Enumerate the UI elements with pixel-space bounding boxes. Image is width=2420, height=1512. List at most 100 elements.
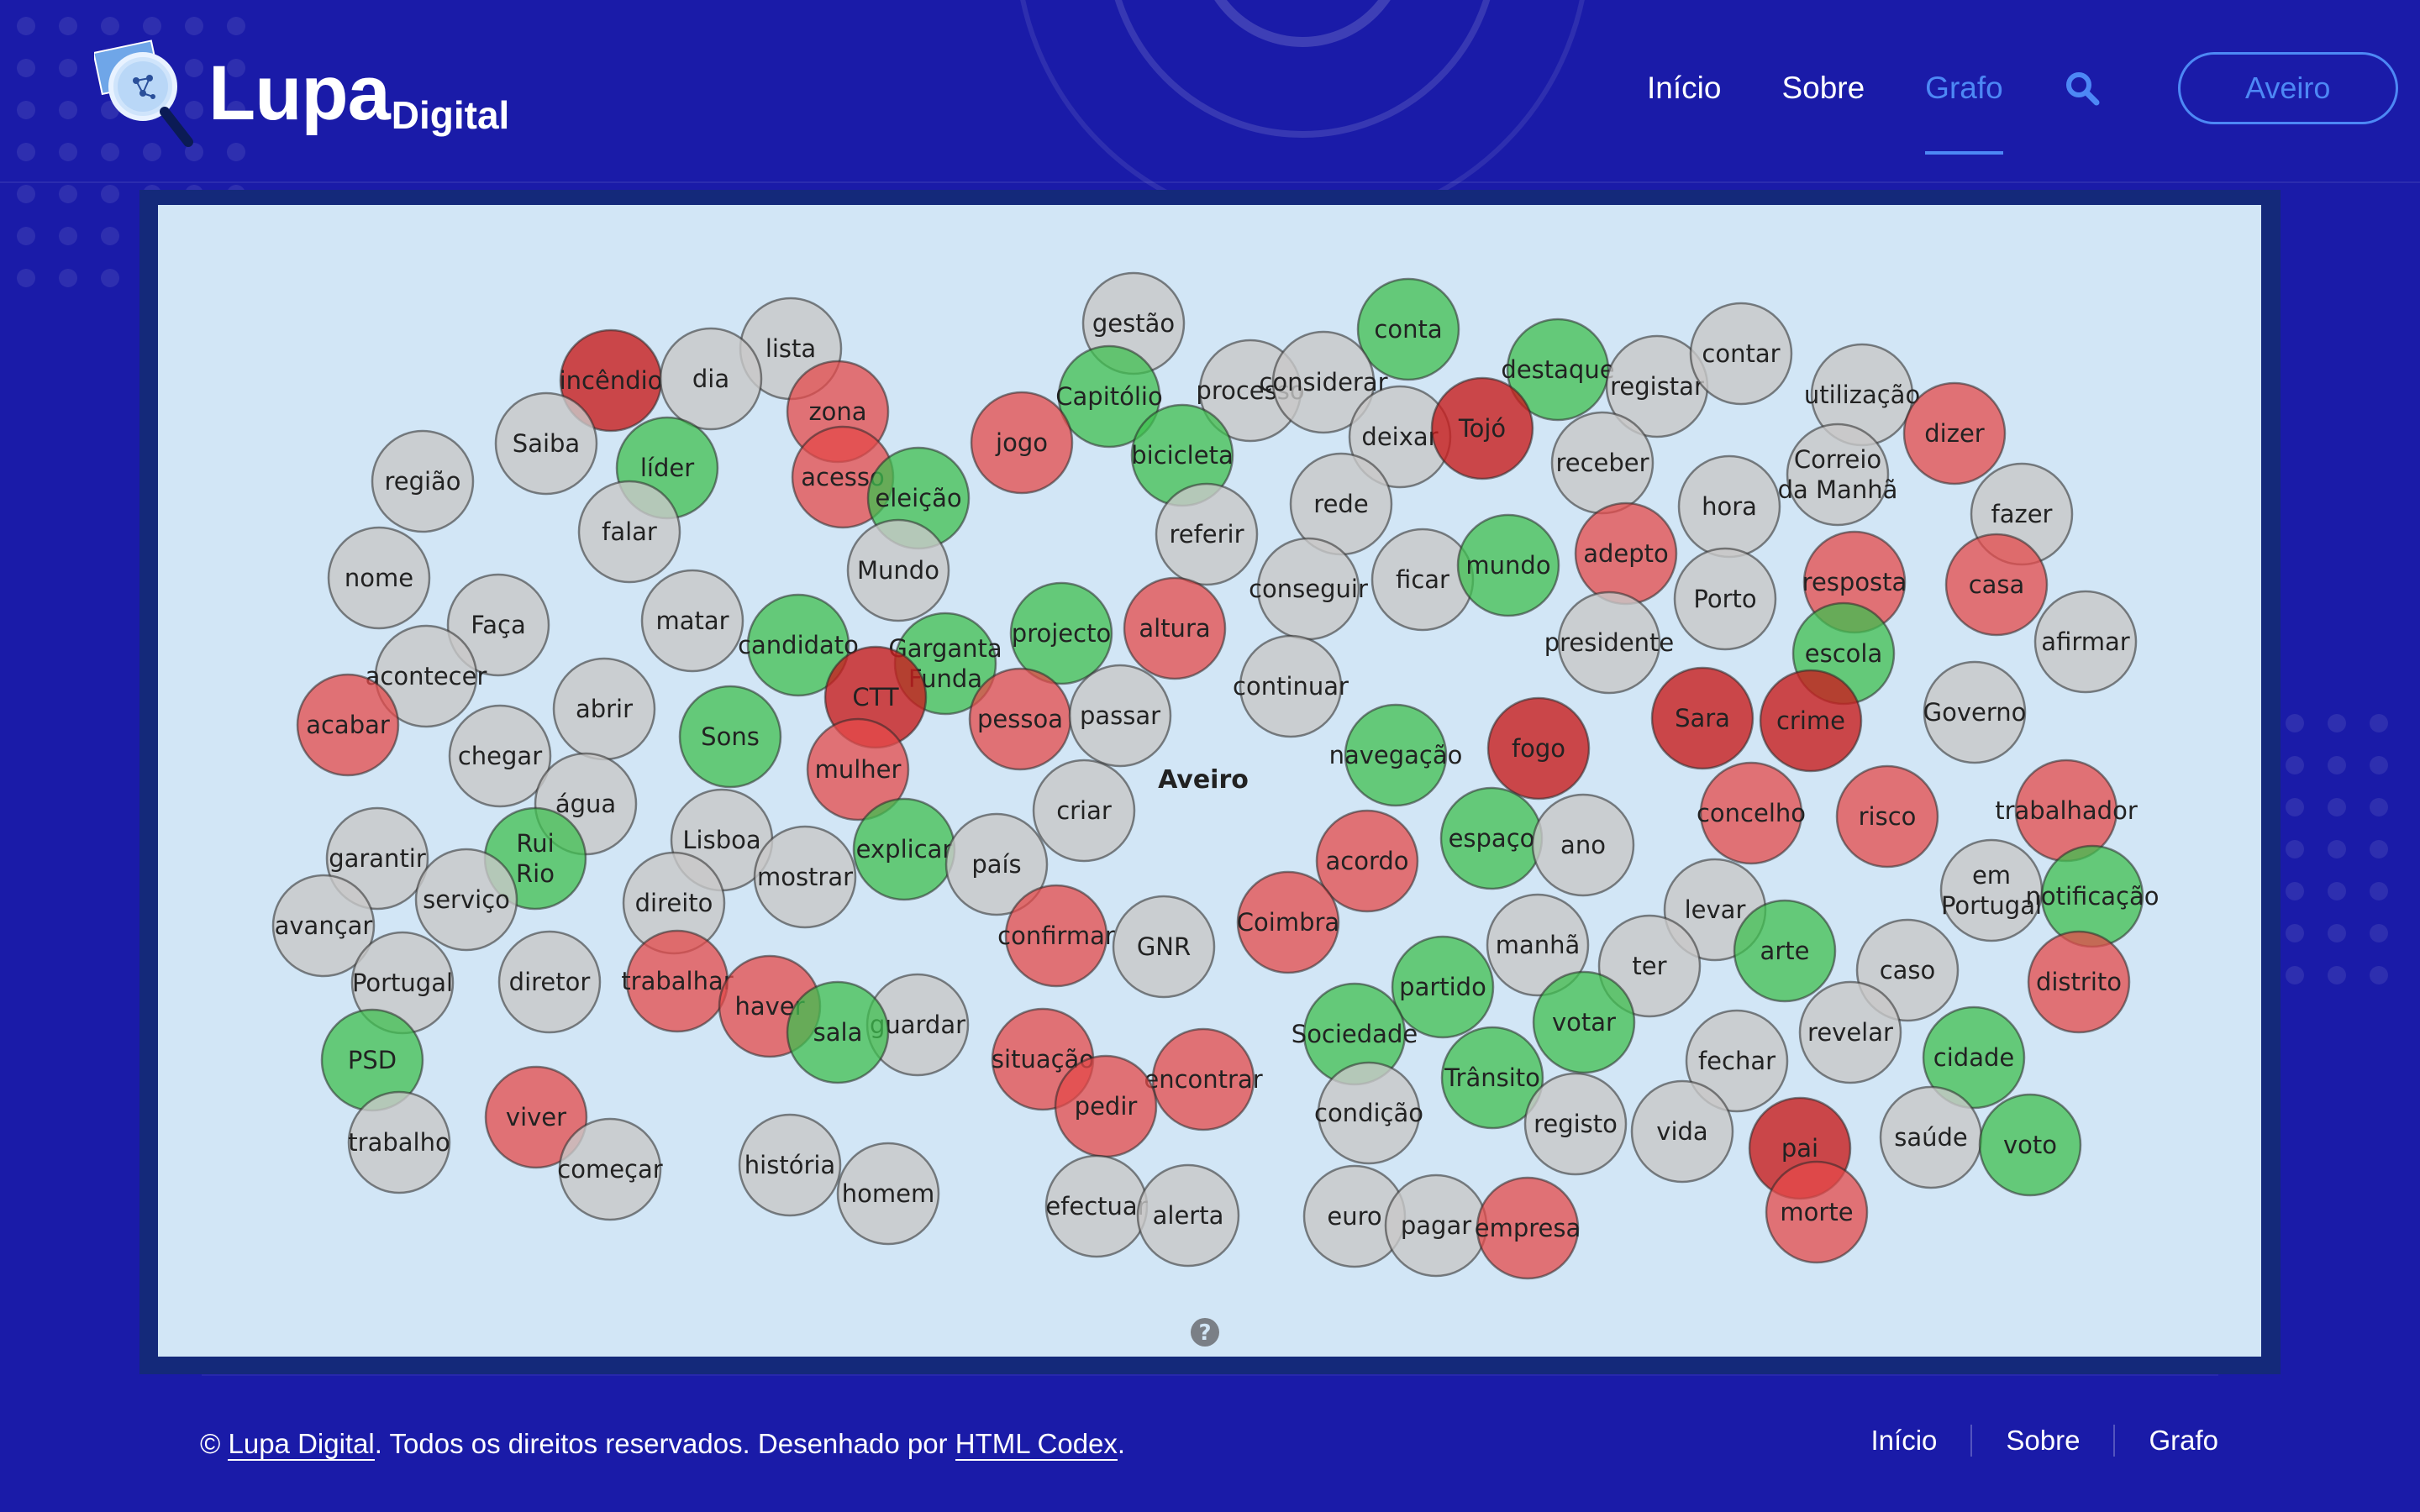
graph-node[interactable]: mundo (1456, 513, 1560, 617)
nav-inicio[interactable]: Início (1647, 71, 1721, 106)
graph-node[interactable]: Sons (678, 685, 782, 789)
graph-node[interactable]: começar (557, 1117, 663, 1221)
graph-node[interactable]: matar (640, 569, 744, 673)
graph-node[interactable]: acabar (296, 673, 400, 777)
graph-node-label: Coimbra (1237, 908, 1339, 937)
graph-node[interactable]: afirmar (2033, 590, 2138, 694)
graph-node[interactable]: história (738, 1113, 842, 1217)
word-graph[interactable]: Aveiro gestão conta lista Capitólio processo… (158, 205, 2261, 1357)
graph-node[interactable]: Governo (1923, 660, 2027, 764)
graph-node[interactable]: Porto (1673, 547, 1777, 651)
graph-node[interactable]: efectuar (1044, 1154, 1149, 1258)
graph-node-label: dizer (1924, 419, 1985, 448)
graph-node[interactable]: dia (659, 327, 763, 431)
graph-node[interactable]: mostrar (753, 825, 857, 929)
graph-node[interactable]: Sara (1650, 666, 1754, 770)
graph-node[interactable]: explicar (852, 797, 956, 901)
graph-node[interactable]: Mundo (846, 518, 950, 622)
graph-node[interactable]: registo (1523, 1072, 1628, 1176)
graph-node[interactable]: passar (1068, 664, 1172, 768)
graph-node-label: Saiba (513, 429, 580, 458)
graph-node[interactable]: sala (786, 980, 890, 1084)
graph-node[interactable]: diretor (497, 930, 602, 1034)
city-button[interactable]: Aveiro (2177, 52, 2398, 124)
graph-node[interactable]: espaço (1439, 786, 1544, 890)
graph-node-label: vida (1656, 1117, 1707, 1146)
graph-node[interactable]: concelho (1697, 761, 1806, 865)
graph-node[interactable]: fogo (1486, 696, 1591, 801)
graph-node-label: utilização (1804, 381, 1920, 409)
graph-node[interactable]: risco (1835, 764, 1939, 869)
graph-node[interactable]: morte (1765, 1160, 1869, 1264)
graph-node[interactable]: nome (327, 526, 431, 630)
graph-node[interactable]: GNR (1112, 895, 1216, 999)
graph-node-label: rede (1313, 490, 1368, 518)
graph-node-label: partido (1399, 973, 1486, 1001)
graph-node[interactable]: contar (1689, 302, 1793, 406)
graph-node-label: deixar (1361, 423, 1438, 451)
graph-node[interactable]: trabalhar (621, 929, 734, 1033)
word-graph-canvas[interactable]: Aveiro gestão contalistaCapitólio processo… (158, 205, 2261, 1357)
graph-node[interactable]: ano (1531, 793, 1635, 897)
nav-grafo[interactable]: Grafo (1925, 71, 2003, 155)
graph-node[interactable]: alerta (1136, 1163, 1240, 1268)
graph-node[interactable]: abrir (552, 657, 656, 761)
graph-node-label: empresa (1475, 1214, 1581, 1242)
footer-brand-link[interactable]: Lupa Digital (228, 1428, 375, 1461)
graph-node[interactable]: continuar (1233, 634, 1349, 738)
search-icon[interactable] (2064, 70, 2101, 107)
graph-node[interactable]: distrito (2027, 930, 2131, 1034)
graph-node[interactable]: crime (1759, 669, 1863, 773)
graph-node-label: registar (1610, 372, 1704, 401)
graph-node[interactable]: voto (1978, 1093, 2082, 1197)
graph-node[interactable]: casa (1944, 533, 2049, 637)
graph-node[interactable]: Tojó (1430, 376, 1534, 480)
graph-node[interactable]: adepto (1574, 501, 1678, 606)
graph-node[interactable]: pagar (1384, 1173, 1488, 1278)
question-circle-icon[interactable]: ? (1191, 1318, 1219, 1347)
graph-node[interactable]: jogo (970, 391, 1074, 495)
footer-link-inicio[interactable]: Início (1871, 1425, 1971, 1457)
graph-node[interactable]: votar (1532, 970, 1636, 1074)
graph-node[interactable]: pessoa (968, 667, 1072, 771)
graph-node[interactable]: receber (1550, 411, 1655, 515)
site-logo[interactable]: Lupa Digital (94, 30, 509, 156)
graph-node-label: revelar (1807, 1018, 1893, 1047)
graph-node[interactable]: hora (1677, 454, 1781, 559)
graph-node[interactable]: homem (836, 1142, 940, 1246)
graph-node[interactable]: serviço (414, 848, 518, 952)
nav-sobre[interactable]: Sobre (1781, 71, 1865, 106)
graph-node[interactable]: arte (1733, 899, 1837, 1003)
graph-node-circle[interactable] (1786, 423, 1890, 527)
graph-node[interactable]: conta (1356, 277, 1460, 381)
graph-node[interactable]: notificação (2026, 844, 2160, 948)
graph-node[interactable]: vida (1630, 1079, 1734, 1184)
main-nav: Início Sobre Grafo Aveiro (1647, 50, 2398, 155)
graph-node[interactable]: empresa (1475, 1176, 1581, 1280)
graph-node[interactable]: saúde (1879, 1085, 1983, 1189)
graph-node[interactable]: Coimbra (1236, 870, 1340, 974)
graph-node-label: notificação (2026, 882, 2160, 911)
graph-node-label: falar (602, 517, 657, 546)
graph-node-label: conseguir (1249, 575, 1368, 603)
graph-node[interactable]: referir (1155, 482, 1259, 586)
graph-node[interactable]: ficar (1370, 528, 1475, 632)
graph-node[interactable]: altura (1123, 576, 1227, 680)
graph-node[interactable]: criar (1032, 759, 1136, 863)
footer-link-sobre[interactable]: Sobre (1970, 1425, 2113, 1457)
graph-node[interactable]: chegar (448, 704, 552, 808)
graph-node[interactable]: região (371, 429, 475, 533)
graph-node-label: presidente (1544, 628, 1675, 657)
graph-node[interactable]: Saiba (494, 391, 598, 496)
footer-designer-link[interactable]: HTML Codex (955, 1428, 1118, 1461)
graph-node-label: altura (1139, 614, 1210, 643)
graph-node[interactable]: navegação (1329, 703, 1463, 807)
graph-node[interactable]: revelar (1798, 980, 1902, 1084)
graph-node[interactable]: falar (577, 480, 681, 584)
graph-node[interactable]: encontrar (1144, 1027, 1263, 1131)
footer-link-grafo[interactable]: Grafo (2113, 1425, 2218, 1457)
graph-node[interactable]: trabalho (347, 1090, 451, 1194)
graph-node[interactable]: presidente (1544, 591, 1675, 695)
graph-node[interactable]: pedir (1054, 1054, 1158, 1158)
graph-node[interactable]: dizer (1902, 381, 2007, 486)
